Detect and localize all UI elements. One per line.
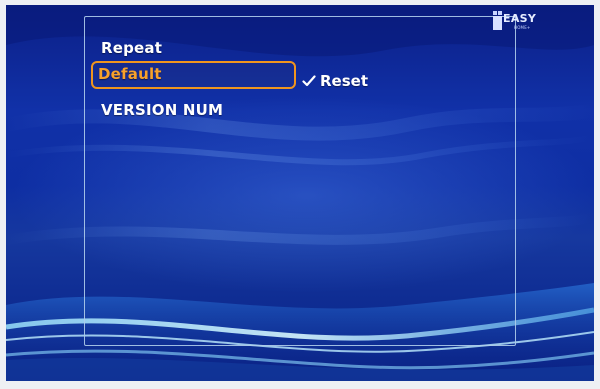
logo-icon [493,11,502,30]
easy-logo: EASY HOME+ [487,8,537,34]
reset-option-label: Reset [320,72,368,90]
logo-subtitle: HOME+ [514,25,531,30]
menu-item-repeat[interactable]: Repeat [101,39,162,57]
logo-word: EASY [503,12,537,25]
check-icon [302,75,316,87]
menu-item-version-num[interactable]: VERSION NUM [101,101,223,119]
reset-option[interactable]: Reset [302,72,368,90]
menu-item-default[interactable]: Default [98,65,162,83]
